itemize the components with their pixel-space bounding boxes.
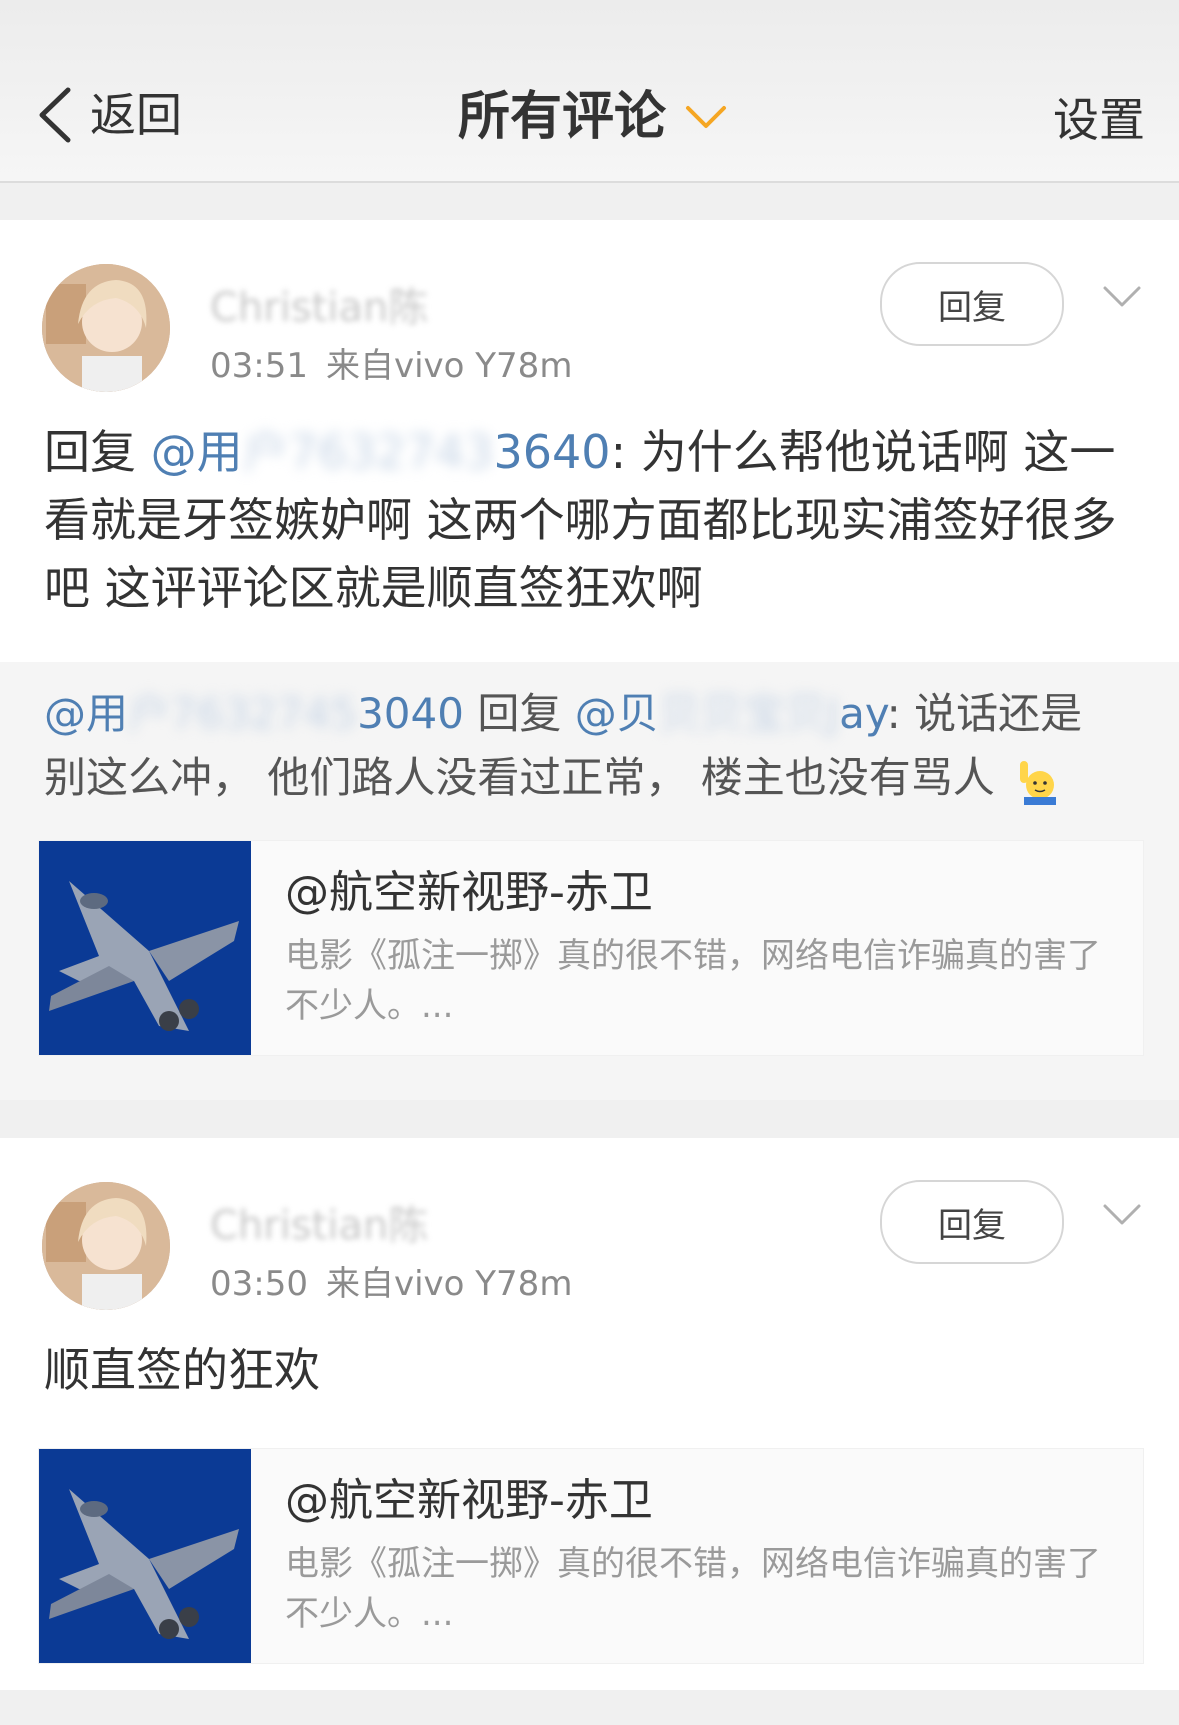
comment-filter-dropdown[interactable]: 所有评论	[458, 84, 728, 150]
username[interactable]: Christian陈	[210, 278, 428, 338]
username[interactable]: Christian陈	[210, 1196, 428, 1256]
comment-source: 来自vivo Y78m	[325, 1264, 573, 1304]
blurred-text: 户7632743	[242, 425, 494, 479]
reply-prefix: 回复	[44, 425, 136, 479]
repost-card[interactable]: @航空新视野-赤卫 电影《孤注一掷》真的很不错，网络电信诈骗真的害了不少人。..…	[38, 840, 1144, 1056]
comment-source: 来自vivo Y78m	[325, 346, 573, 386]
comment-card: Christian陈 03:50 来自vivo Y78m 回复 顺直签的狂欢 @航…	[0, 1138, 1179, 1690]
quoted-reply-text: @用户76327453040 回复 @贝贝贝宝贝Jay: 说话还是别这么冲， 他…	[44, 682, 1124, 810]
avatar[interactable]	[42, 1182, 170, 1310]
comment-content: 顺直签的狂欢	[44, 1343, 320, 1397]
reply-button[interactable]: 回复	[880, 1180, 1064, 1264]
fighter-jet-image	[39, 841, 251, 1055]
mention-link[interactable]: @贝贝贝宝贝Jay	[575, 689, 887, 738]
chevron-down-icon[interactable]	[1102, 1202, 1142, 1228]
comment-meta: 03:51 来自vivo Y78m	[210, 344, 572, 388]
chevron-down-icon[interactable]	[1102, 284, 1142, 310]
raising-hand-emoji-icon	[1020, 760, 1057, 805]
comment-meta: 03:50 来自vivo Y78m	[210, 1262, 572, 1306]
avatar-image	[42, 1182, 170, 1310]
comment-card: Christian陈 03:51 来自vivo Y78m 回复 回复 @用户763…	[0, 220, 1179, 1100]
repost-author: @航空新视野-赤卫	[285, 1475, 653, 1526]
reply-word: 回复	[477, 689, 562, 738]
comment-time: 03:50	[210, 1264, 308, 1304]
reply-button[interactable]: 回复	[880, 262, 1064, 346]
comment-time: 03:51	[210, 346, 308, 386]
quoted-reply[interactable]: @用户76327453040 回复 @贝贝贝宝贝Jay: 说话还是别这么冲， 他…	[0, 662, 1179, 1100]
repost-snippet: 电影《孤注一掷》真的很不错，网络电信诈骗真的害了不少人。...	[285, 1544, 1101, 1634]
back-label: 返回	[90, 88, 182, 142]
page-title: 所有评论	[458, 87, 667, 147]
repost-thumbnail	[39, 1449, 251, 1663]
fighter-jet-image	[39, 1449, 251, 1663]
repost-snippet: 电影《孤注一掷》真的很不错，网络电信诈骗真的害了不少人。...	[285, 936, 1101, 1026]
chevron-down-icon	[686, 106, 727, 128]
top-nav-bar: 返回 所有评论 设置	[0, 0, 1179, 183]
repost-author: @航空新视野-赤卫	[285, 867, 653, 918]
comment-content: 回复 @用户76327433640: 为什么帮他说话啊 这一看就是牙签嫉妒啊 这…	[44, 418, 1144, 622]
repost-card[interactable]: @航空新视野-赤卫 电影《孤注一掷》真的很不错，网络电信诈骗真的害了不少人。..…	[38, 1448, 1144, 1664]
back-button[interactable]: 返回	[34, 84, 182, 146]
repost-thumbnail	[39, 841, 251, 1055]
avatar[interactable]	[42, 264, 170, 392]
avatar-image	[42, 264, 170, 392]
mention-link[interactable]: @用户76327433640	[151, 425, 611, 479]
mention-link[interactable]: @用户76327453040	[44, 689, 464, 738]
settings-button[interactable]: 设置	[1053, 90, 1145, 150]
chevron-left-icon	[39, 87, 71, 143]
